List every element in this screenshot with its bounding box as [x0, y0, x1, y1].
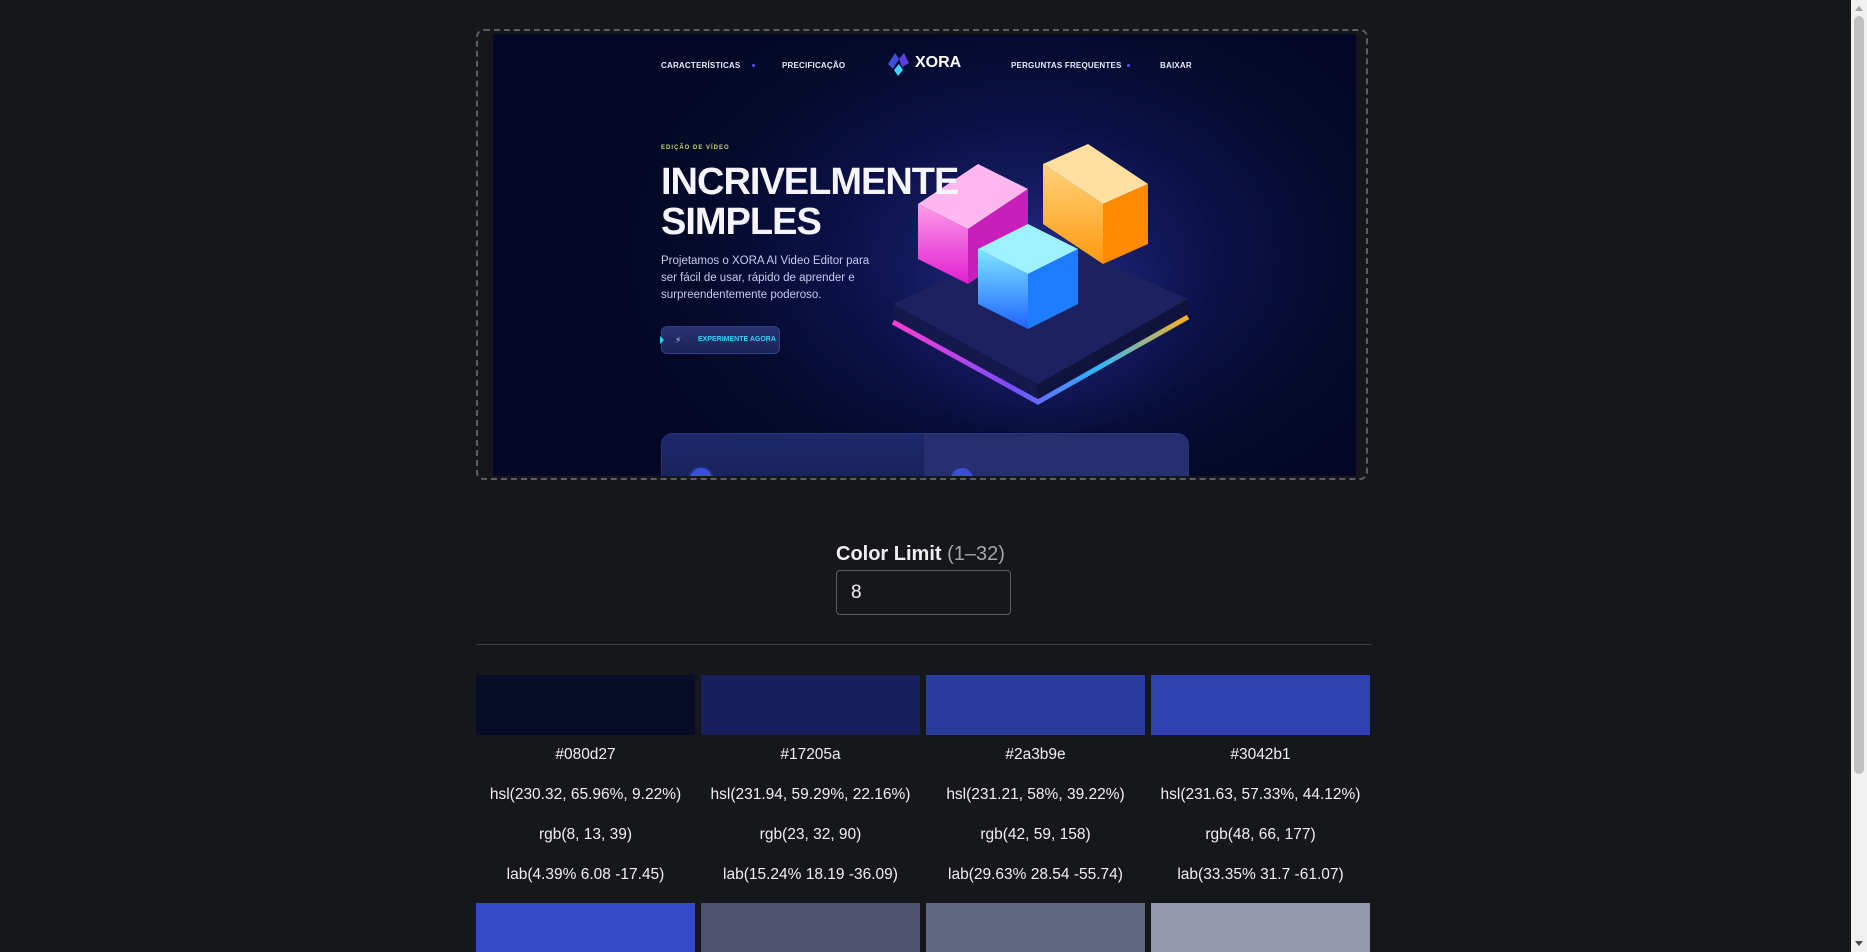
- color-limit-range: (1–32): [947, 543, 1005, 565]
- page-scrollbar[interactable]: [1851, 0, 1867, 952]
- preview-nav-download: BAIXAR: [1160, 61, 1192, 70]
- swatch-info: #17205a hsl(231.94, 59.29%, 22.16%) rgb(…: [701, 735, 920, 895]
- swatch-lab: lab(15.24% 18.19 -36.09): [723, 866, 898, 883]
- preview-nav-dot: [752, 64, 755, 67]
- uploaded-image-preview: CARACTERÍSTICAS PRECIFICAÇÃO XORA PERGUN…: [493, 34, 1356, 476]
- swatch-hsl: hsl(231.63, 57.33%, 44.12%): [1160, 786, 1361, 803]
- scrollbar-thumb[interactable]: [1854, 16, 1864, 774]
- swatch-info: #3042b1 hsl(231.63, 57.33%, 44.12%) rgb(…: [1151, 735, 1370, 895]
- xora-logo-icon: [888, 53, 909, 76]
- scroll-down-arrow-icon[interactable]: [1855, 941, 1863, 946]
- swatch-hex: #17205a: [780, 746, 841, 763]
- preview-nav-dot: [1127, 64, 1130, 67]
- lightning-icon: ⚡: [675, 335, 682, 345]
- preview-headline: INCRIVELMENTE SIMPLES: [661, 161, 959, 243]
- swatch-lab: lab(29.63% 28.54 -55.74): [948, 866, 1123, 883]
- swatch-hex: #080d27: [555, 746, 616, 763]
- color-swatch[interactable]: [476, 903, 695, 952]
- preview-panel-icon: [688, 466, 714, 476]
- swatch-hsl: hsl(231.94, 59.29%, 22.16%): [710, 786, 911, 803]
- color-swatch[interactable]: [1151, 675, 1370, 735]
- swatch-hsl: hsl(230.32, 65.96%, 9.22%): [489, 786, 682, 803]
- preview-description: Projetamos o XORA AI Video Editor para s…: [661, 255, 870, 301]
- palette-extractor-page: CARACTERÍSTICAS PRECIFICAÇÃO XORA PERGUN…: [0, 0, 1867, 952]
- preview-cta-accent: [660, 336, 664, 344]
- color-swatch[interactable]: [476, 675, 695, 735]
- preview-nav-features: CARACTERÍSTICAS: [661, 61, 741, 70]
- color-swatch[interactable]: [926, 903, 1145, 952]
- color-swatch[interactable]: [701, 903, 920, 952]
- swatch-rgb: rgb(23, 32, 90): [759, 826, 862, 843]
- color-swatch[interactable]: [701, 675, 920, 735]
- color-limit-label-text: Color Limit: [836, 543, 942, 565]
- swatch-lab: lab(33.35% 31.7 -61.07): [1177, 866, 1344, 883]
- color-swatch[interactable]: [926, 675, 1145, 735]
- swatch-lab: lab(4.39% 6.08 -17.45): [506, 866, 665, 883]
- preview-cta-button: ⚡ EXPERIMENTE AGORA: [660, 326, 780, 354]
- swatch-hex: #2a3b9e: [1005, 746, 1066, 763]
- color-swatch[interactable]: [1151, 903, 1370, 952]
- divider: [476, 644, 1372, 645]
- preview-feature-panel: [661, 433, 1189, 476]
- swatch-rgb: rgb(8, 13, 39): [538, 826, 633, 843]
- preview-eyebrow: EDIÇÃO DE VÍDEO: [661, 145, 730, 151]
- swatch-hex: #3042b1: [1230, 746, 1291, 763]
- scroll-up-arrow-icon[interactable]: [1855, 6, 1863, 11]
- preview-nav-pricing: PRECIFICAÇÃO: [782, 61, 846, 70]
- image-drop-zone[interactable]: CARACTERÍSTICAS PRECIFICAÇÃO XORA PERGUN…: [476, 29, 1368, 480]
- swatch-rgb: rgb(42, 59, 158): [980, 826, 1091, 843]
- swatch-hsl: hsl(231.21, 58%, 39.22%): [946, 786, 1125, 803]
- preview-nav-faq: PERGUNTAS FREQUENTES: [1011, 61, 1122, 70]
- swatch-rgb: rgb(48, 66, 177): [1205, 826, 1316, 843]
- preview-headline-line1: INCRIVELMENTE: [661, 161, 959, 203]
- preview-logo-text: XORA: [915, 54, 962, 71]
- swatch-info: #2a3b9e hsl(231.21, 58%, 39.22%) rgb(42,…: [926, 735, 1145, 895]
- color-limit-label: Color Limit (1–32): [836, 543, 1005, 566]
- color-limit-input[interactable]: [836, 570, 1011, 615]
- preview-headline-line2: SIMPLES: [661, 201, 822, 243]
- preview-cta-label: EXPERIMENTE AGORA: [698, 336, 776, 343]
- swatch-info: #080d27 hsl(230.32, 65.96%, 9.22%) rgb(8…: [476, 735, 695, 895]
